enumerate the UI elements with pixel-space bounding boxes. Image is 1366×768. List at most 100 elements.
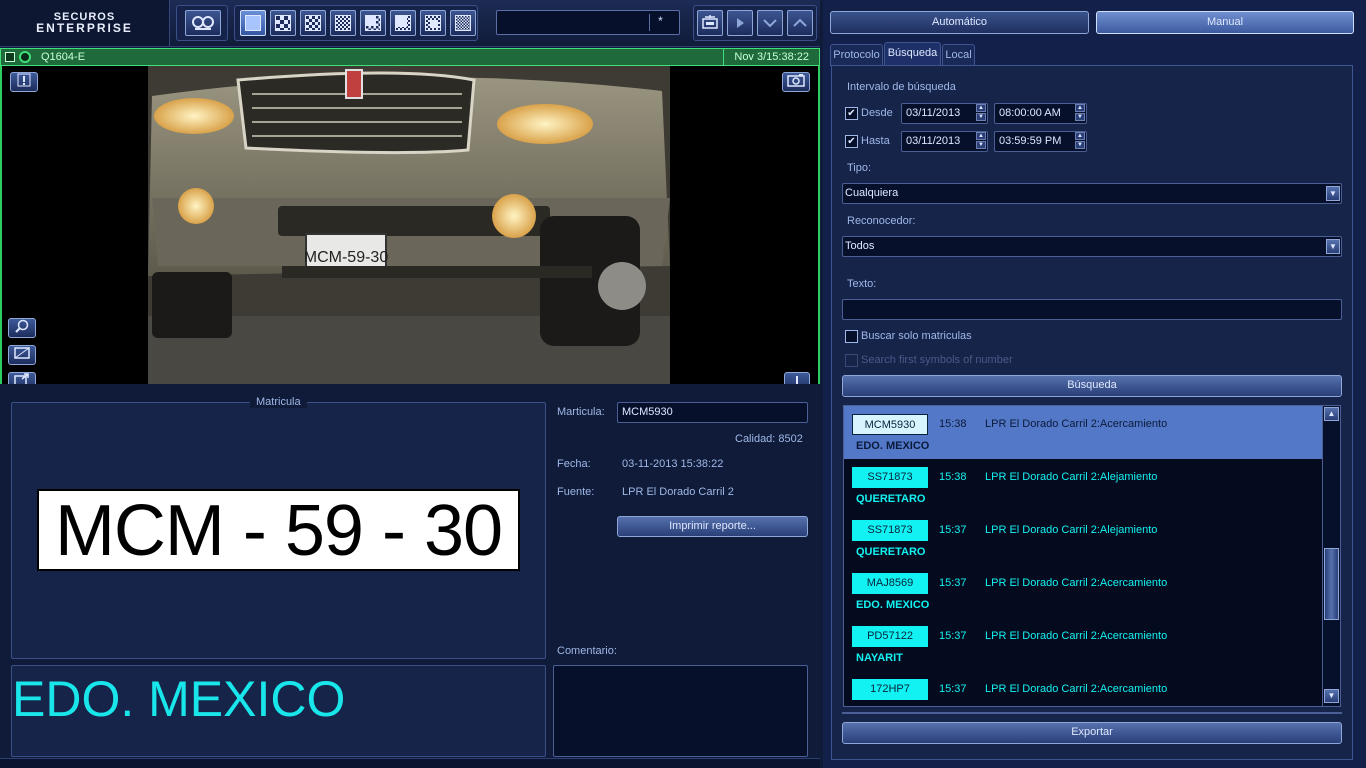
from-label: Desde <box>861 107 893 119</box>
result-state: QUERETARO <box>856 493 926 505</box>
recognizer-label: Reconocedor: <box>847 215 916 227</box>
result-row[interactable]: PD57122 15:37 LPR El Dorado Carril 2:Acerc… <box>844 618 1324 671</box>
spin-up-icon[interactable]: ▲ <box>976 104 986 112</box>
result-row[interactable]: MAJ8569 15:37 LPR El Dorado Carril 2:Acerc… <box>844 565 1324 618</box>
scroll-down-button[interactable] <box>757 10 783 36</box>
comment-label: Comentario: <box>557 645 617 657</box>
layout-1plus7-button[interactable] <box>390 10 416 36</box>
spin-down-icon[interactable]: ▼ <box>1075 113 1085 121</box>
scroll-up-arrow-icon[interactable]: ▲ <box>1324 407 1339 421</box>
from-time-field[interactable]: 08:00:00 AM <box>994 103 1087 124</box>
camera-video[interactable]: MCM-59-30 <box>0 66 820 384</box>
chevron-down-icon <box>763 19 777 28</box>
layout-1plus5-button[interactable] <box>360 10 386 36</box>
layout-1plus7-icon <box>395 15 411 31</box>
result-time: 15:37 <box>939 630 967 642</box>
info-button[interactable] <box>784 372 810 384</box>
result-time: 15:38 <box>939 418 967 430</box>
first-symbols-checkbox[interactable] <box>845 354 858 367</box>
layout-5x5-button[interactable] <box>450 10 476 36</box>
export-button[interactable]: Exportar <box>842 722 1342 744</box>
manual-mode-button[interactable]: Manual <box>1096 11 1354 34</box>
to-date-spinner[interactable]: ▲ ▼ <box>976 132 986 149</box>
recognized-state: EDO. MEXICO <box>12 671 346 727</box>
results-list[interactable]: MCM5930 15:38 LPR El Dorado Carril 2:Acerc… <box>843 405 1341 707</box>
recognizer-select-value: Todos <box>845 240 875 252</box>
results-scrollbar[interactable]: ▲ ▼ <box>1322 406 1340 706</box>
from-time-spinner[interactable]: ▲ ▼ <box>1075 104 1085 121</box>
result-plate: MAJ8569 <box>852 573 928 594</box>
to-date-field[interactable]: 03/11/2013 <box>901 131 988 152</box>
archive-button[interactable] <box>185 10 221 36</box>
image-adjust-button[interactable] <box>8 345 36 365</box>
interval-title: Intervalo de búsqueda <box>847 81 956 93</box>
result-row[interactable]: 172HP7 15:37 LPR El Dorado Carril 2:Acerca… <box>844 671 1324 706</box>
alarm-button[interactable] <box>10 72 38 92</box>
tab-busqueda[interactable]: Búsqueda <box>884 42 941 66</box>
spin-up-icon[interactable]: ▲ <box>1075 104 1085 112</box>
layout-1plus12-icon <box>425 15 441 31</box>
result-state: QUERETARO <box>856 546 926 558</box>
to-time-spinner[interactable]: ▲ ▼ <box>1075 132 1085 149</box>
result-state: NAYARIT <box>856 652 903 664</box>
chevron-down-icon[interactable]: ▼ <box>1326 186 1340 201</box>
plates-only-checkbox[interactable] <box>845 330 858 343</box>
results-divider <box>842 712 1342 714</box>
result-time: 15:37 <box>939 577 967 589</box>
from-date-spinner[interactable]: ▲ ▼ <box>976 104 986 121</box>
layout-2x2-icon <box>275 15 291 31</box>
camera-info-icon[interactable] <box>5 52 15 62</box>
scroll-down-arrow-icon[interactable]: ▼ <box>1324 689 1339 703</box>
result-row[interactable]: MCM5930 15:38 LPR El Dorado Carril 2:Acerc… <box>844 406 1324 459</box>
to-checkbox[interactable]: ✔ <box>845 135 858 148</box>
spin-down-icon[interactable]: ▼ <box>976 141 986 149</box>
automatic-mode-button[interactable]: Automático <box>830 11 1089 34</box>
scroll-up-button[interactable] <box>787 10 813 36</box>
date-label: Fecha: <box>557 458 591 470</box>
layout-2x2-button[interactable] <box>270 10 296 36</box>
spin-down-icon[interactable]: ▼ <box>976 113 986 121</box>
play-right-icon <box>737 18 744 28</box>
result-state: EDO. MEXICO <box>856 440 930 452</box>
from-date-field[interactable]: 03/11/2013 <box>901 103 988 124</box>
result-row[interactable]: SS71873 15:37 LPR El Dorado Carril 2:Aleja… <box>844 512 1324 565</box>
to-time-field[interactable]: 03:59:59 PM <box>994 131 1087 152</box>
logo-line-2: ENTERPRISE <box>36 21 133 35</box>
source-value: LPR El Dorado Carril 2 <box>622 486 734 498</box>
chevron-down-icon[interactable]: ▼ <box>1326 239 1340 254</box>
snapshot-button[interactable] <box>782 72 810 92</box>
first-symbols-label: Search first symbols of number <box>861 354 1013 366</box>
plate-label: Marticula: <box>557 406 605 418</box>
next-button[interactable] <box>727 10 753 36</box>
layout-1x1-button[interactable] <box>240 10 266 36</box>
result-row[interactable]: SS71873 15:38 LPR El Dorado Carril 2:Aleja… <box>844 459 1324 512</box>
tab-local[interactable]: Local <box>942 44 975 66</box>
spin-down-icon[interactable]: ▼ <box>1075 141 1085 149</box>
result-plate: SS71873 <box>852 467 928 488</box>
plate-field[interactable]: MCM5930 <box>617 402 808 423</box>
result-source: LPR El Dorado Carril 2:Acercamiento <box>985 418 1168 430</box>
recognizer-select[interactable]: Todos ▼ <box>842 236 1342 257</box>
spin-up-icon[interactable]: ▲ <box>976 132 986 140</box>
comment-textarea[interactable] <box>553 665 808 757</box>
type-select[interactable]: Cualquiera ▼ <box>842 183 1342 204</box>
scroll-thumb[interactable] <box>1324 548 1339 620</box>
zoom-button[interactable] <box>8 318 36 338</box>
result-time: 15:37 <box>939 683 967 695</box>
text-search-input[interactable] <box>842 299 1342 320</box>
recognized-plate: MCM - 59 - 30 <box>37 489 520 571</box>
check-icon: ✔ <box>847 136 856 147</box>
print-report-button[interactable]: Imprimir reporte... <box>617 516 808 537</box>
export-frame-button[interactable] <box>8 372 36 384</box>
camera-filter-input[interactable]: * <box>496 10 680 35</box>
layout-4x4-icon <box>335 15 351 31</box>
spin-up-icon[interactable]: ▲ <box>1075 132 1085 140</box>
layout-1plus12-button[interactable] <box>420 10 446 36</box>
tab-protocolo[interactable]: Protocolo <box>830 44 883 66</box>
layout-4x4-button[interactable] <box>330 10 356 36</box>
from-checkbox[interactable]: ✔ <box>845 107 858 120</box>
search-button[interactable]: Búsqueda <box>842 375 1342 397</box>
main-toolbar: SECUROS ENTERPRISE * <box>0 0 820 47</box>
layout-3x3-button[interactable] <box>300 10 326 36</box>
sequence-button[interactable] <box>697 10 723 36</box>
